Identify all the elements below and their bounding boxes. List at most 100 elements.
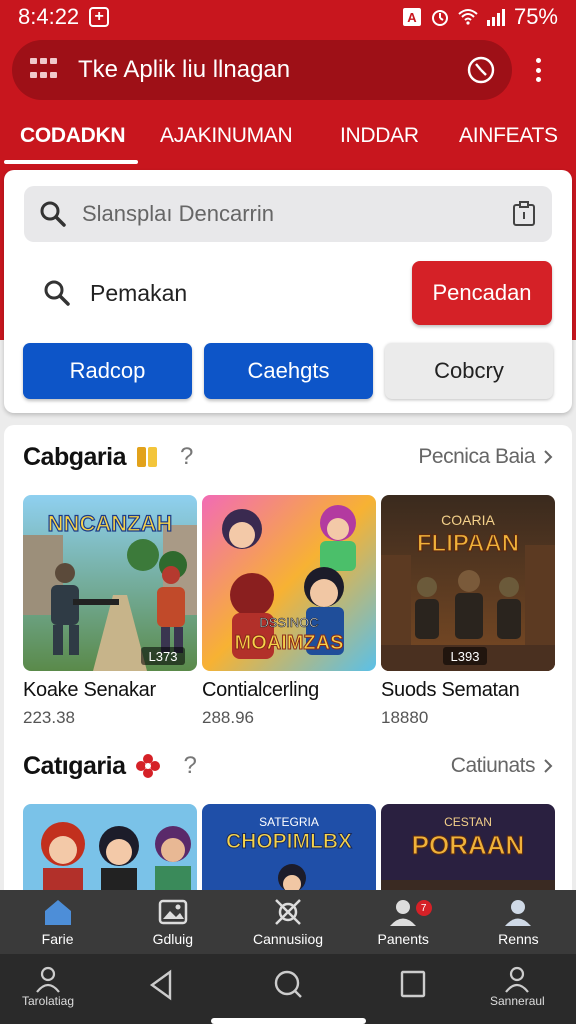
game-count: 18880 (381, 708, 429, 727)
red-flower-icon (136, 754, 161, 778)
search-icon (40, 201, 66, 227)
see-all-label: Catiunats (450, 754, 536, 777)
more-vert-icon[interactable] (528, 54, 548, 86)
section-title: Catıgaria (23, 751, 126, 780)
game-name: Suods Sematan (381, 679, 520, 701)
game-badge: L393 (451, 649, 480, 664)
clock-icon[interactable] (466, 55, 496, 85)
search-input[interactable]: Slansplaı Dencarrin (24, 186, 552, 242)
game-card[interactable]: DSSINOC MOAIMZAS Contialcerling 288.96 (202, 495, 376, 728)
home-icon (44, 900, 71, 925)
search-icon (44, 280, 70, 306)
game-card[interactable]: COARIA FLIPAAN L393 Suods Sematan 18880 (381, 495, 555, 728)
system-right-item[interactable]: Sanneraul (490, 964, 545, 1008)
tab-inddar[interactable]: INDDAR (340, 124, 419, 148)
person-icon (505, 900, 532, 926)
plus-box-icon: + (89, 7, 110, 27)
tab-ajakinuman[interactable]: AJAKINUMAN (160, 124, 293, 148)
nav-item-renns[interactable]: Renns (461, 890, 576, 954)
back-icon[interactable] (146, 968, 176, 1002)
a-icon: A (402, 8, 421, 26)
help-icon[interactable]: ? (183, 752, 196, 780)
battery-percent: 75% (513, 4, 558, 29)
nav-label: Panents (377, 931, 429, 947)
game-art-subtitle: DSSINOC (259, 615, 318, 630)
gold-bars-icon (136, 447, 157, 467)
wifi-icon (458, 9, 478, 25)
person-icon (36, 966, 60, 993)
status-time: 8:4:22 (18, 4, 80, 29)
see-all-link[interactable]: Pecnica Baia (418, 445, 553, 469)
signal-icon (486, 9, 505, 26)
game-thumbnail[interactable]: CESTAN PORAAN (381, 804, 555, 904)
person-icon (505, 966, 530, 993)
nav-label: Cannusiiog (252, 931, 324, 947)
clipboard-icon[interactable] (510, 200, 538, 228)
search-query-row: Pemakan Pencadan (24, 260, 552, 326)
notification-badge: 7 (415, 900, 432, 916)
help-icon[interactable]: ? (180, 443, 193, 471)
gallery-icon (158, 899, 188, 925)
game-thumbnail: NNCANZAH L373 (23, 495, 197, 671)
search-placeholder: Slansplaı Dencarrin (82, 201, 274, 226)
system-left-item[interactable]: Tarolatiag (22, 964, 74, 1008)
game-art-title: MOAIMZAS (235, 632, 344, 654)
game-art-title: PORAAN (412, 830, 525, 860)
bottom-nav: Farie Gdluig Cannusiiog 7 Panents Renns (0, 890, 576, 954)
satellite-icon (275, 899, 301, 925)
section-header: Cabgaria ? Pecnica Baia (23, 437, 553, 477)
tab-indicator (4, 160, 138, 164)
alarm-icon (431, 10, 448, 26)
content-card: Cabgaria ? Pecnica Baia NNCANZAH L373 Ko… (4, 425, 572, 905)
game-name: Koake Senakar (23, 679, 156, 701)
profile-notification-icon (390, 900, 417, 926)
nav-item-cannusiiog[interactable]: Cannusiiog (230, 890, 345, 954)
game-art-title: CHOPIMLBX (226, 830, 352, 853)
apps-grid-icon[interactable] (30, 58, 58, 82)
nav-label: Farie (41, 931, 74, 947)
game-badge: L373 (149, 649, 178, 664)
game-art-title: FLIPAAN (417, 530, 519, 557)
chevron-right-icon (544, 759, 553, 773)
nav-label: Renns (498, 931, 539, 947)
status-bar: 8:4:22 + A 75% (0, 0, 576, 34)
game-thumbnail: COARIA FLIPAAN L393 (381, 495, 555, 671)
game-count: 288.96 (202, 708, 254, 727)
game-art-subtitle: CESTAN (444, 815, 492, 829)
game-card[interactable]: NNCANZAH L373 Koake Senakar 223.38 (23, 495, 197, 728)
game-art-title: NNCANZAH (48, 511, 173, 536)
system-right-label: Sanneraul (490, 994, 545, 1008)
game-thumbnail: DSSINOC MOAIMZAS (202, 495, 376, 671)
section-header: Catıgaria ? Catiunats (23, 746, 553, 786)
filter-buttons: Radcop Caehgts Cobcry (23, 343, 553, 399)
nav-item-gdluig[interactable]: Gdluig (115, 890, 230, 954)
home-gesture-bar[interactable] (211, 1018, 366, 1024)
tab-bar: CODADKN AJAKINUMAN INDDAR AINFEATS (0, 112, 576, 164)
see-all-label: Pecnica Baia (418, 445, 535, 468)
search-icon[interactable] (272, 968, 304, 1000)
query-label[interactable]: Pemakan (90, 280, 187, 307)
filter-button-caehgts[interactable]: Caehgts (204, 343, 373, 399)
game-art-subtitle: COARIA (441, 512, 495, 528)
recents-icon[interactable] (398, 968, 428, 1000)
game-name: Contialcerling (202, 679, 319, 701)
see-all-link[interactable]: Catiunats (451, 754, 553, 778)
nav-item-panents[interactable]: 7 Panents (346, 890, 461, 954)
nav-label: Gdluig (152, 931, 194, 947)
chevron-right-icon (544, 450, 553, 464)
section-title: Cabgaria (23, 442, 126, 471)
search-button[interactable]: Pencadan (412, 261, 552, 325)
game-thumbnail[interactable] (23, 804, 197, 904)
app-bar: Tke Aplik liu llnagan (12, 40, 512, 100)
filter-button-radcop[interactable]: Radcop (23, 343, 192, 399)
svg-text:A: A (407, 10, 417, 25)
app-title: Tke Aplik liu llnagan (78, 56, 291, 83)
tab-codadkn[interactable]: CODADKN (20, 124, 126, 148)
system-left-label: Tarolatiag (22, 994, 75, 1008)
tab-ainfeats[interactable]: AINFEATS (459, 124, 558, 148)
game-count: 223.38 (23, 708, 75, 727)
filter-button-cobcry[interactable]: Cobcry (385, 343, 553, 399)
game-thumbnail[interactable]: SATEGRIA CHOPIMLBX (202, 804, 376, 904)
nav-item-farie[interactable]: Farie (0, 890, 115, 954)
search-card: Slansplaı Dencarrin Pemakan Pencadan Rad… (4, 170, 572, 413)
